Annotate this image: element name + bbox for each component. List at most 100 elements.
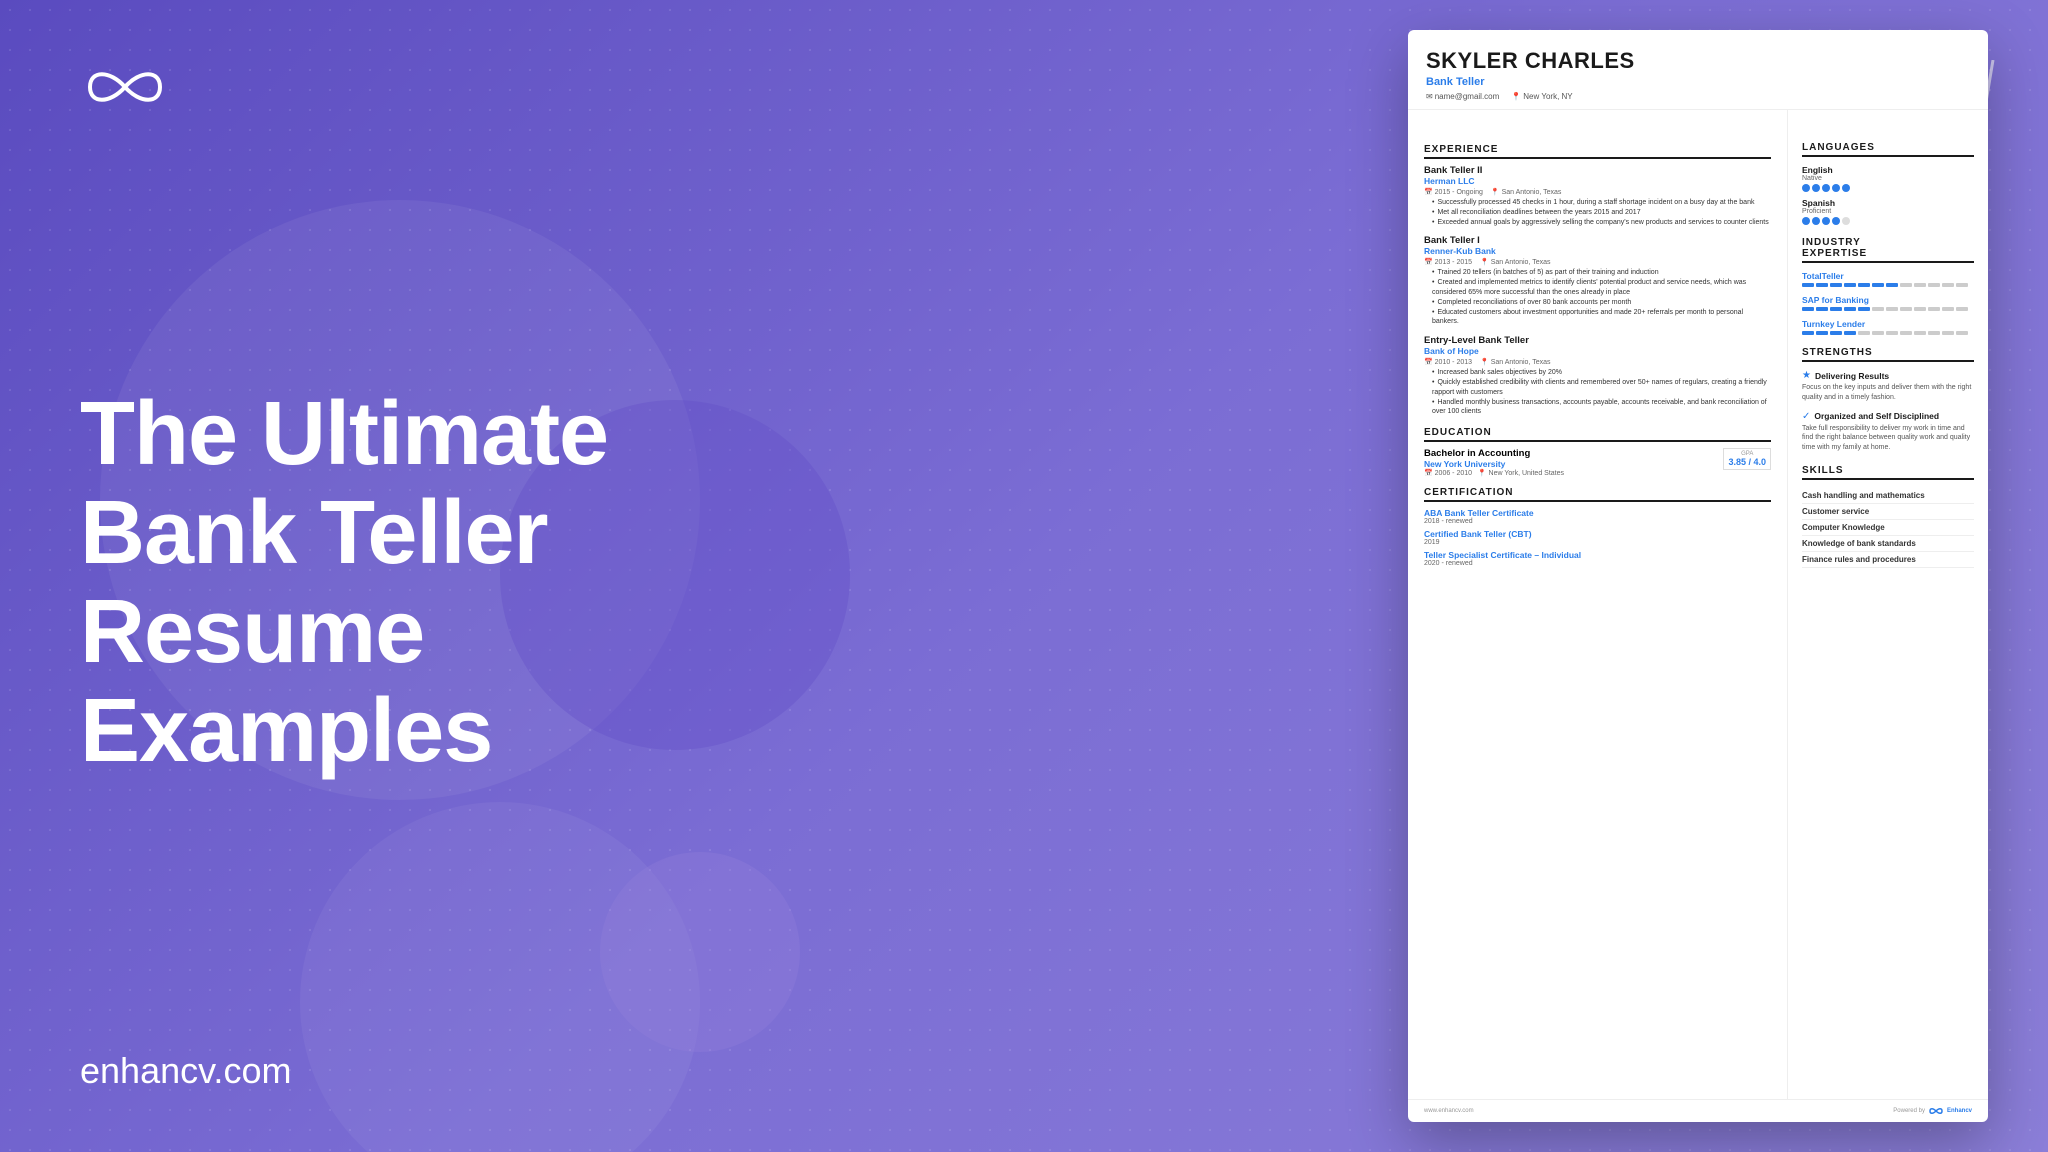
headline: The Ultimate Bank Teller Resume Examples (80, 385, 830, 781)
seg5 (1858, 283, 1870, 287)
powered-by-label: Powered by (1893, 1108, 1925, 1114)
email-value: name@gmail.com (1435, 92, 1500, 101)
seg1 (1802, 331, 1814, 335)
industry-section-title: INDUSTRYEXPERTISE (1802, 237, 1974, 263)
strength-2-header: ✓ Organized and Self Disciplined (1802, 411, 1974, 422)
dot-1 (1802, 184, 1810, 192)
job-3-location: 📍 San Antonio, Texas (1480, 358, 1550, 366)
seg7 (1886, 331, 1898, 335)
strengths-section-title: STRENGTHS (1802, 347, 1974, 362)
cert-item-2: Certified Bank Teller (CBT) 2019 (1424, 529, 1771, 546)
lang-english: English Native (1802, 165, 1974, 192)
edu-degree: Bachelor in Accounting (1424, 448, 1564, 459)
seg9 (1914, 307, 1926, 311)
job-2-bullets: Trained 20 tellers (in batches of 5) as … (1424, 268, 1771, 327)
job-2-company: Renner-Kub Bank (1424, 246, 1771, 256)
cert-2-year: 2019 (1424, 539, 1771, 546)
lang-spanish-name: Spanish (1802, 198, 1974, 208)
job-3-title: Entry-Level Bank Teller (1424, 335, 1771, 346)
industry-totalteller: TotalTeller (1802, 271, 1974, 287)
lang-spanish-level: Proficient (1802, 208, 1974, 215)
seg6 (1872, 283, 1884, 287)
industry-turnkey: Turnkey Lender (1802, 319, 1974, 335)
seg12 (1956, 331, 1968, 335)
seg9 (1914, 283, 1926, 287)
seg11 (1942, 307, 1954, 311)
dot-2 (1812, 184, 1820, 192)
resume-footer: www.enhancv.com Powered by Enhancv (1408, 1099, 1988, 1122)
strength-1-desc: Focus on the key inputs and deliver them… (1802, 383, 1974, 403)
resume-right-column: LANGUAGES English Native Spanish Profici… (1788, 110, 1988, 1099)
star-icon: ★ (1802, 370, 1811, 381)
resume-left-column: EXPERIENCE Bank Teller II Herman LLC 📅 2… (1408, 110, 1788, 1099)
headline-line1: The Ultimate (80, 385, 830, 484)
strength-2-desc: Take full responsibility to deliver my w… (1802, 424, 1974, 453)
job-1-bullet-2: Met all reconciliation deadlines between… (1432, 208, 1771, 218)
resume-contact: ✉ name@gmail.com 📍 New York, NY (1426, 92, 1970, 101)
skill-3: Computer Knowledge (1802, 520, 1974, 536)
job-3-company: Bank of Hope (1424, 346, 1771, 356)
experience-section-title: EXPERIENCE (1424, 144, 1771, 159)
seg11 (1942, 283, 1954, 287)
strength-2-title: Organized and Self Disciplined (1814, 411, 1939, 421)
job-1-bullet-3: Exceeded annual goals by aggressively se… (1432, 218, 1771, 228)
check-icon: ✓ (1802, 411, 1810, 422)
seg10 (1928, 307, 1940, 311)
cert-3-year: 2020 - renewed (1424, 560, 1771, 567)
cert-1-year: 2018 - renewed (1424, 518, 1771, 525)
cert-item-3: Teller Specialist Certificate – Individu… (1424, 550, 1771, 567)
seg7 (1886, 307, 1898, 311)
enhancv-logo-small (1929, 1106, 1943, 1116)
job-2-bullet-1: Trained 20 tellers (in batches of 5) as … (1432, 268, 1771, 278)
seg10 (1928, 283, 1940, 287)
job-2-bullet-2: Created and implemented metrics to ident… (1432, 278, 1771, 298)
job-3-dates: 📅 2010 - 2013 (1424, 358, 1472, 366)
contact-email: ✉ name@gmail.com (1426, 92, 1499, 101)
skill-4: Knowledge of bank standards (1802, 536, 1974, 552)
cert-2-name: Certified Bank Teller (CBT) (1424, 529, 1771, 539)
seg8 (1900, 283, 1912, 287)
strength-1: ★ Delivering Results Focus on the key in… (1802, 370, 1974, 403)
sap-bar (1802, 307, 1974, 311)
seg3 (1830, 307, 1842, 311)
education-section-title: EDUCATION (1424, 427, 1771, 442)
job-1-bullet-1: Successfully processed 45 checks in 1 ho… (1432, 198, 1771, 208)
job-1: Bank Teller II Herman LLC 📅 2015 - Ongoi… (1424, 165, 1771, 227)
job-3-bullets: Increased bank sales objectives by 20% Q… (1424, 368, 1771, 417)
headline-line2: Bank Teller (80, 484, 830, 583)
lang-spanish: Spanish Proficient (1802, 198, 1974, 225)
seg3 (1830, 283, 1842, 287)
totalteller-bar (1802, 283, 1974, 287)
seg1 (1802, 307, 1814, 311)
logo (80, 60, 830, 115)
industry-sap-name: SAP for Banking (1802, 295, 1974, 305)
certification-section-title: CERTIFICATION (1424, 487, 1771, 502)
location-value: New York, NY (1523, 92, 1572, 101)
lang-english-dots (1802, 184, 1974, 192)
job-2-bullet-3: Completed reconciliations of over 80 ban… (1432, 298, 1771, 308)
seg10 (1928, 331, 1940, 335)
skill-1: Cash handling and mathematics (1802, 488, 1974, 504)
seg9 (1914, 331, 1926, 335)
seg11 (1942, 331, 1954, 335)
industry-turnkey-name: Turnkey Lender (1802, 319, 1974, 329)
seg5 (1858, 331, 1870, 335)
seg6 (1872, 307, 1884, 311)
industry-sap: SAP for Banking (1802, 295, 1974, 311)
resume-name: SKYLER CHARLES (1426, 48, 1970, 74)
footer-url: enhancv.com (80, 1050, 830, 1092)
job-1-company: Herman LLC (1424, 176, 1771, 186)
lang-english-level: Native (1802, 175, 1974, 182)
job-2-dates: 📅 2013 - 2015 (1424, 258, 1472, 266)
lang-english-name: English (1802, 165, 1974, 175)
email-icon: ✉ (1426, 92, 1433, 101)
edu-meta: 📅 2006 - 2010 📍 New York, United States (1424, 469, 1564, 477)
languages-section-title: LANGUAGES (1802, 142, 1974, 157)
resume-website: www.enhancv.com (1424, 1108, 1474, 1114)
logo-icon (80, 60, 170, 115)
seg8 (1900, 307, 1912, 311)
dot-4 (1832, 217, 1840, 225)
headline-line3: Resume (80, 583, 830, 682)
job-2-location: 📍 San Antonio, Texas (1480, 258, 1550, 266)
seg4 (1844, 331, 1856, 335)
